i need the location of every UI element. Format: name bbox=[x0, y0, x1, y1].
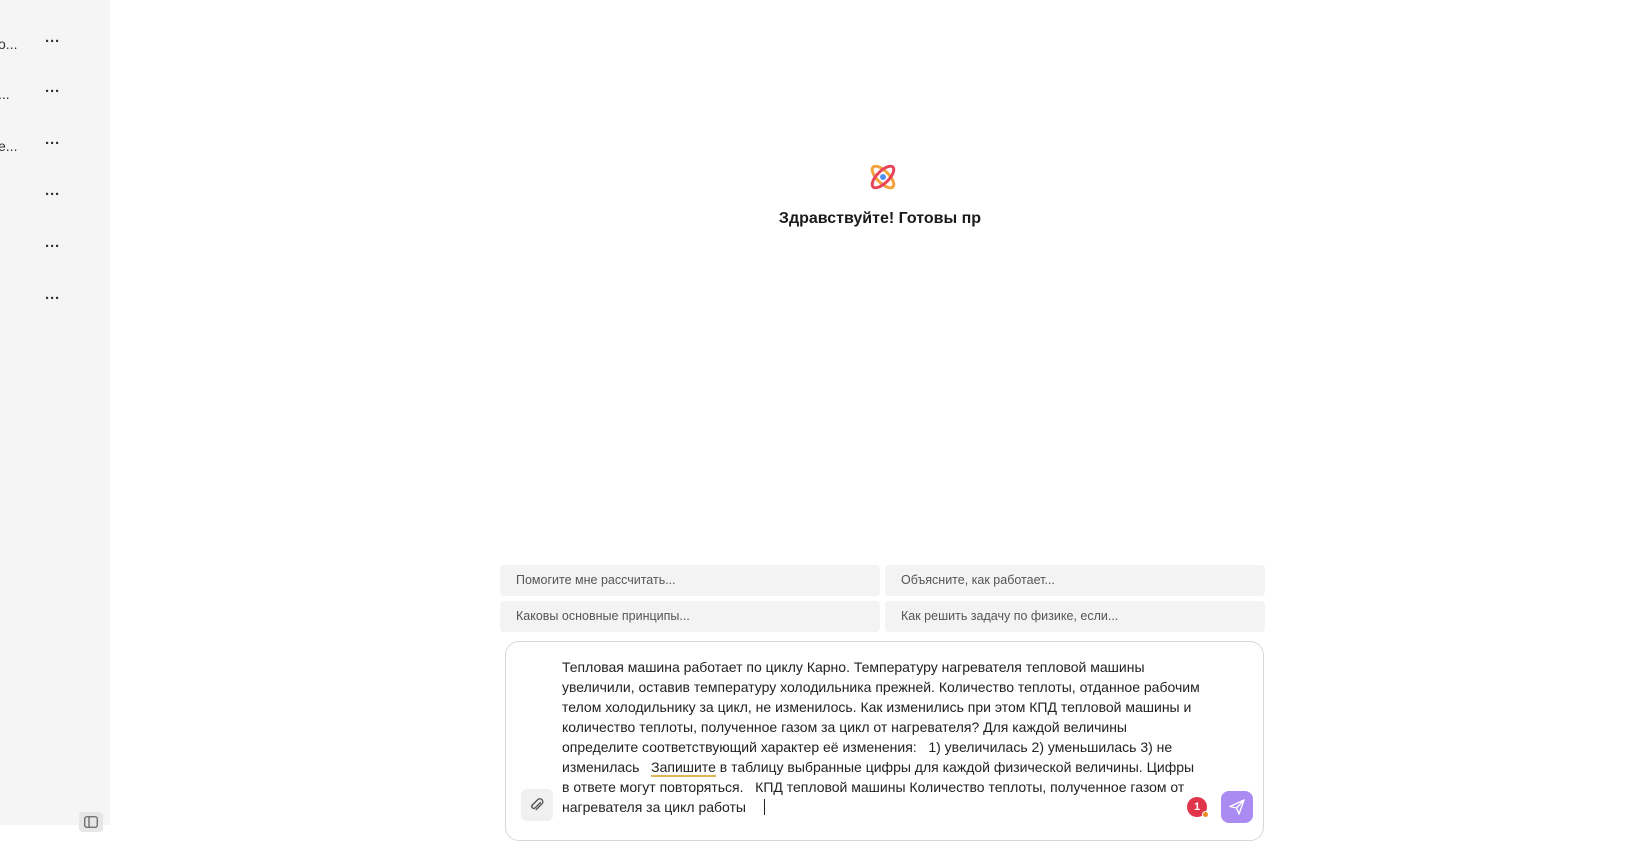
history-item[interactable]: о... ··· bbox=[0, 24, 70, 64]
spellcheck-highlight[interactable]: Запишите bbox=[651, 759, 716, 777]
sidebar-toggle-button[interactable] bbox=[79, 812, 103, 832]
history-item-menu-icon[interactable]: ··· bbox=[45, 24, 60, 64]
attach-button[interactable] bbox=[521, 789, 553, 821]
history-item-menu-icon[interactable]: ··· bbox=[45, 74, 60, 114]
history-item[interactable]: ··· bbox=[0, 177, 70, 217]
history-item-title bbox=[0, 177, 18, 217]
sidebar: о... ··· ... ··· е... ··· ··· ··· ··· bbox=[0, 0, 110, 832]
history-item[interactable]: ··· bbox=[0, 229, 70, 269]
suggestion-chip[interactable]: Помогите мне рассчитать... bbox=[500, 565, 880, 596]
sidebar-toggle-icon bbox=[84, 816, 98, 828]
paperclip-icon bbox=[531, 798, 544, 811]
message-text: Тепловая машина работает по циклу Карно.… bbox=[562, 659, 1204, 775]
notification-badge[interactable]: 1 bbox=[1187, 797, 1209, 818]
history-item-menu-icon[interactable]: ··· bbox=[45, 281, 60, 321]
history-item-menu-icon[interactable]: ··· bbox=[45, 126, 60, 166]
history-item-title bbox=[0, 229, 18, 269]
history-item-title bbox=[0, 281, 18, 321]
history-item-title: е... bbox=[0, 138, 18, 154]
message-input[interactable]: Тепловая машина работает по циклу Карно.… bbox=[562, 657, 1202, 817]
send-icon bbox=[1229, 799, 1245, 815]
history-item-title: о... bbox=[0, 36, 18, 52]
history-item-menu-icon[interactable]: ··· bbox=[45, 229, 60, 269]
message-composer[interactable]: Тепловая машина работает по циклу Карно.… bbox=[505, 641, 1264, 841]
history-item[interactable]: ··· bbox=[0, 281, 70, 321]
history-item-menu-icon[interactable]: ··· bbox=[45, 177, 60, 217]
greeting-heading: Здравствуйте! Готовы пр bbox=[778, 210, 982, 227]
text-caret bbox=[764, 799, 765, 815]
atom-icon bbox=[867, 161, 899, 193]
status-dot bbox=[1202, 811, 1209, 818]
history-item[interactable]: ... ··· bbox=[0, 74, 70, 114]
history-item-title: ... bbox=[0, 86, 10, 102]
badge-count: 1 bbox=[1193, 801, 1201, 813]
history-item[interactable]: е... ··· bbox=[0, 126, 70, 166]
send-button[interactable] bbox=[1221, 791, 1253, 823]
main-area: Здравствуйте! Готовы пр Помогите мне рас… bbox=[110, 0, 1650, 841]
suggestion-chip[interactable]: Каковы основные принципы... bbox=[500, 601, 880, 632]
suggestion-chip[interactable]: Объясните, как работает... bbox=[885, 565, 1265, 596]
suggestion-chip[interactable]: Как решить задачу по физике, если... bbox=[885, 601, 1265, 632]
